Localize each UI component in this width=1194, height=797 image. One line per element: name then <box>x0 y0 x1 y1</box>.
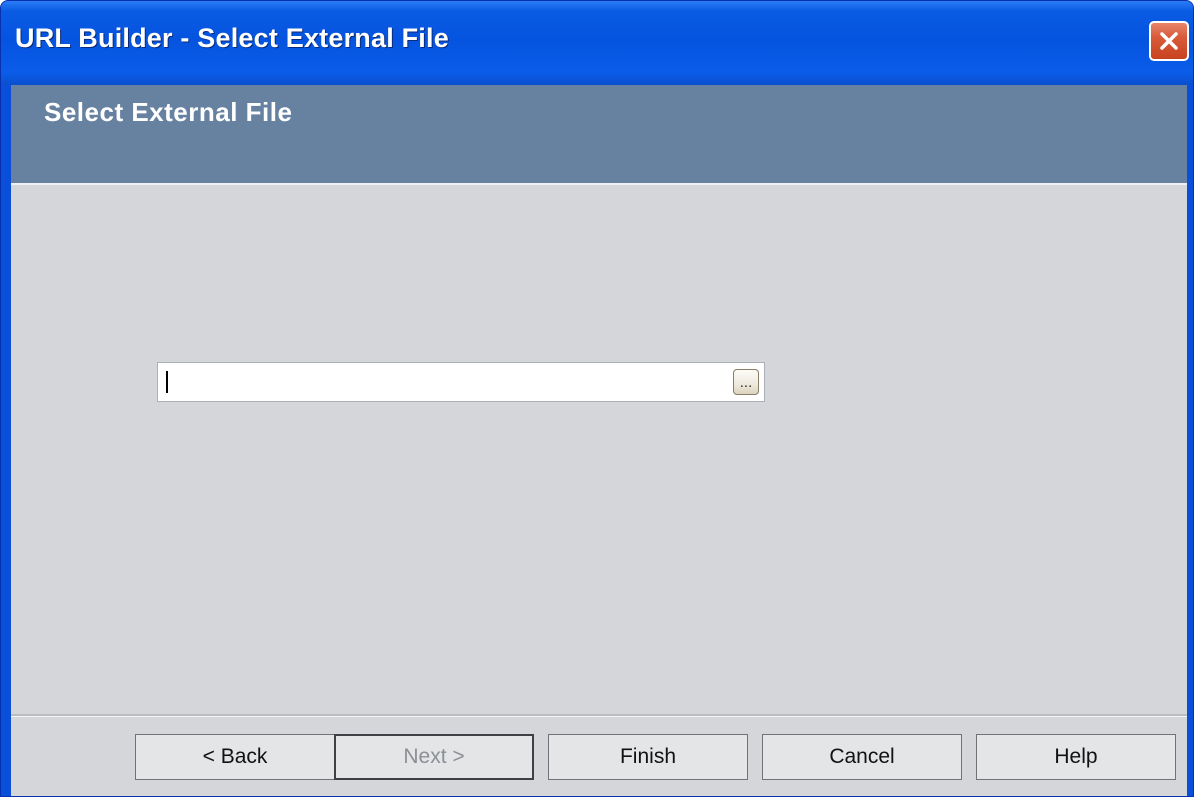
wizard-header: Select External File <box>11 85 1187 185</box>
title-bar[interactable]: URL Builder - Select External File <box>1 1 1193 85</box>
dialog-client-area: Select External File ... < Back Next > F… <box>11 85 1187 796</box>
wizard-content: ... <box>11 185 1187 716</box>
ellipsis-icon: ... <box>739 373 753 391</box>
wizard-footer: < Back Next > Finish Cancel Help <box>11 714 1187 796</box>
text-caret <box>166 371 168 393</box>
browse-button[interactable]: ... <box>733 369 759 395</box>
wizard-step-title: Select External File <box>44 97 293 127</box>
dialog-window: URL Builder - Select External File Selec… <box>0 0 1194 797</box>
finish-button[interactable]: Finish <box>548 734 748 780</box>
window-title: URL Builder - Select External File <box>15 23 449 53</box>
next-button[interactable]: Next > <box>334 734 534 780</box>
close-button[interactable] <box>1149 21 1189 61</box>
back-button[interactable]: < Back <box>135 734 335 780</box>
file-path-input[interactable] <box>162 365 724 399</box>
help-button[interactable]: Help <box>976 734 1176 780</box>
close-icon <box>1158 30 1180 52</box>
cancel-button[interactable]: Cancel <box>762 734 962 780</box>
file-path-field[interactable]: ... <box>157 362 765 402</box>
